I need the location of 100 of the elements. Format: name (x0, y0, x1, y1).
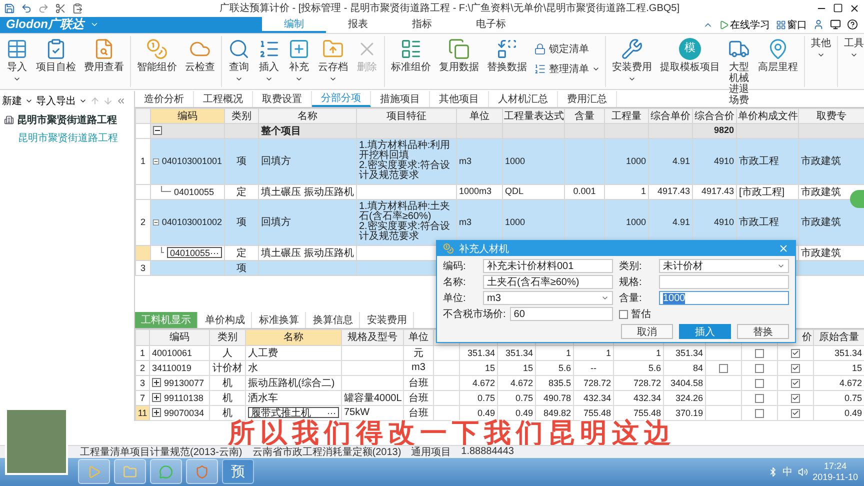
checkbox[interactable] (755, 394, 764, 403)
dialog-button[interactable]: 插入 (679, 324, 731, 339)
plus-box-icon[interactable] (152, 408, 161, 418)
checkbox[interactable] (791, 348, 800, 358)
ribbon-button[interactable]: 智能组价 (134, 36, 180, 73)
monitor-icon[interactable] (830, 19, 841, 30)
paste-icon[interactable] (72, 2, 83, 14)
column-header[interactable]: 原始含量 (814, 329, 864, 346)
ribbon-button[interactable]: 云检查 (182, 36, 218, 73)
taskbar-app[interactable] (150, 459, 182, 484)
undo-icon[interactable] (21, 2, 32, 14)
dialog-button[interactable]: 替换 (737, 324, 789, 339)
column-header[interactable]: 名称 (258, 108, 356, 124)
column-header[interactable]: 取费专 (798, 108, 864, 124)
column-header[interactable]: 综合合价 (692, 108, 736, 124)
checkbox[interactable] (755, 378, 764, 388)
estimate-checkbox[interactable]: 暂估 (619, 307, 651, 321)
column-header[interactable]: 含量 (564, 108, 604, 124)
code-cell: 040103001001 (162, 156, 222, 166)
ribbon-button[interactable]: 整理清单 (532, 62, 602, 76)
checkbox[interactable] (791, 378, 800, 388)
select-field[interactable]: 未计价材 (659, 259, 789, 273)
ribbon-button[interactable]: 大型机械进退场费 (725, 36, 753, 106)
checkbox[interactable] (791, 408, 800, 418)
ribbon-button[interactable]: 替换数据 (484, 36, 530, 73)
column-header[interactable]: 类别 (210, 329, 246, 346)
menu-tab[interactable]: 电子标 (454, 16, 528, 33)
input-field[interactable]: 60 (510, 307, 613, 321)
plus-box-icon[interactable] (152, 393, 161, 402)
ribbon-button[interactable]: 其他 (808, 36, 834, 59)
column-header[interactable]: 名称 (246, 329, 342, 346)
type-cell: 人 (222, 348, 232, 359)
window-menu[interactable]: 窗口 (776, 18, 807, 32)
column-header[interactable]: 单位 (456, 108, 502, 124)
menu-tab[interactable]: 报表 (326, 16, 390, 33)
collapse-icon[interactable] (116, 96, 126, 106)
ribbon-button[interactable]: 模 提取模板项目 (657, 36, 723, 73)
checkbox[interactable] (755, 408, 764, 418)
plus-box-icon[interactable] (152, 378, 161, 388)
ribbon-button[interactable]: 查询 (225, 36, 253, 83)
tab[interactable]: 分部分项 (312, 90, 371, 107)
online-help-button[interactable]: 在线学习 (719, 18, 770, 32)
checkbox[interactable] (719, 364, 728, 373)
save-icon[interactable] (4, 2, 15, 14)
ribbon-button[interactable]: 工具 (841, 36, 864, 59)
ribbon-button[interactable]: 复用数据 (436, 36, 482, 73)
ribbon-button[interactable]: 插入 (255, 36, 283, 83)
user-icon[interactable] (813, 19, 824, 30)
dialog-button[interactable]: 取消 (621, 324, 673, 339)
replace-icon (496, 38, 518, 60)
redo-icon[interactable] (38, 2, 49, 14)
import-export-button[interactable]: 导入导出 (36, 94, 76, 108)
checkbox[interactable] (755, 364, 764, 373)
input-field[interactable] (659, 275, 789, 289)
ribbon-button[interactable]: 项目自检 (33, 36, 79, 73)
value-cell: 5.6 (558, 362, 571, 373)
column-header[interactable]: 单价构成文件 (736, 108, 798, 124)
ellipsis-button[interactable]: ··· (327, 408, 336, 418)
ellipsis-button[interactable]: ··· (210, 248, 219, 258)
column-header[interactable]: 单位 (404, 329, 434, 346)
taskbar-app[interactable] (114, 459, 146, 484)
caret-icon (777, 262, 785, 270)
ribbon-button[interactable]: 高层里程 (755, 36, 801, 73)
column-header[interactable]: 工程量表达式 (502, 108, 564, 124)
row-number: 3 (136, 260, 150, 276)
column-header[interactable]: 规格及型号 (342, 329, 404, 346)
maximize-icon[interactable] (833, 3, 843, 14)
scissors-icon[interactable] (55, 2, 66, 14)
ribbon-button[interactable]: 补充 (285, 36, 313, 83)
ribbon-button[interactable]: 费用查看 (81, 36, 127, 73)
help-icon[interactable] (847, 19, 858, 30)
checkbox[interactable] (755, 348, 764, 358)
checkbox[interactable] (791, 394, 800, 403)
volume-icon[interactable] (798, 466, 808, 477)
tree-item[interactable]: 昆明市聚贤街道路工程 (0, 110, 134, 129)
taskbar-app[interactable] (78, 459, 110, 484)
ribbon-button[interactable]: 云存档 (315, 36, 351, 83)
column-header[interactable]: 编码 (150, 108, 224, 124)
checkbox[interactable] (791, 364, 800, 373)
new-button[interactable]: 新建 (2, 94, 22, 108)
bluetooth-icon[interactable] (768, 466, 778, 477)
code-field[interactable]: 04010055··· (166, 247, 222, 258)
ribbon-button[interactable]: 标准组价 (388, 36, 434, 73)
column-header[interactable]: 类别 (224, 108, 258, 124)
taskbar-app[interactable] (186, 459, 218, 484)
column-header[interactable]: 综合单价 (648, 108, 692, 124)
input-field[interactable]: 补充未计价材料001 (483, 259, 613, 273)
ribbon-button[interactable]: 锁定清单 (532, 42, 602, 56)
ribbon-button[interactable]: 导入 (3, 36, 31, 83)
column-header[interactable]: 编码 (150, 329, 210, 346)
name-field[interactable]: 履带式推土机 ··· (248, 407, 339, 418)
select-field[interactable]: m3 (483, 291, 613, 305)
close-icon[interactable] (849, 2, 860, 14)
column-header[interactable]: 项目特征 (356, 108, 456, 124)
column-header[interactable]: 工程量 (604, 108, 648, 124)
input-field[interactable]: 土夹石(含石率≥60%) (483, 275, 613, 289)
menu-tab[interactable]: 指标 (390, 16, 454, 33)
ribbon-button[interactable]: 安装费用 (609, 36, 655, 83)
input-field[interactable]: 1000 (659, 291, 789, 305)
minus-box-icon[interactable] (153, 126, 162, 136)
